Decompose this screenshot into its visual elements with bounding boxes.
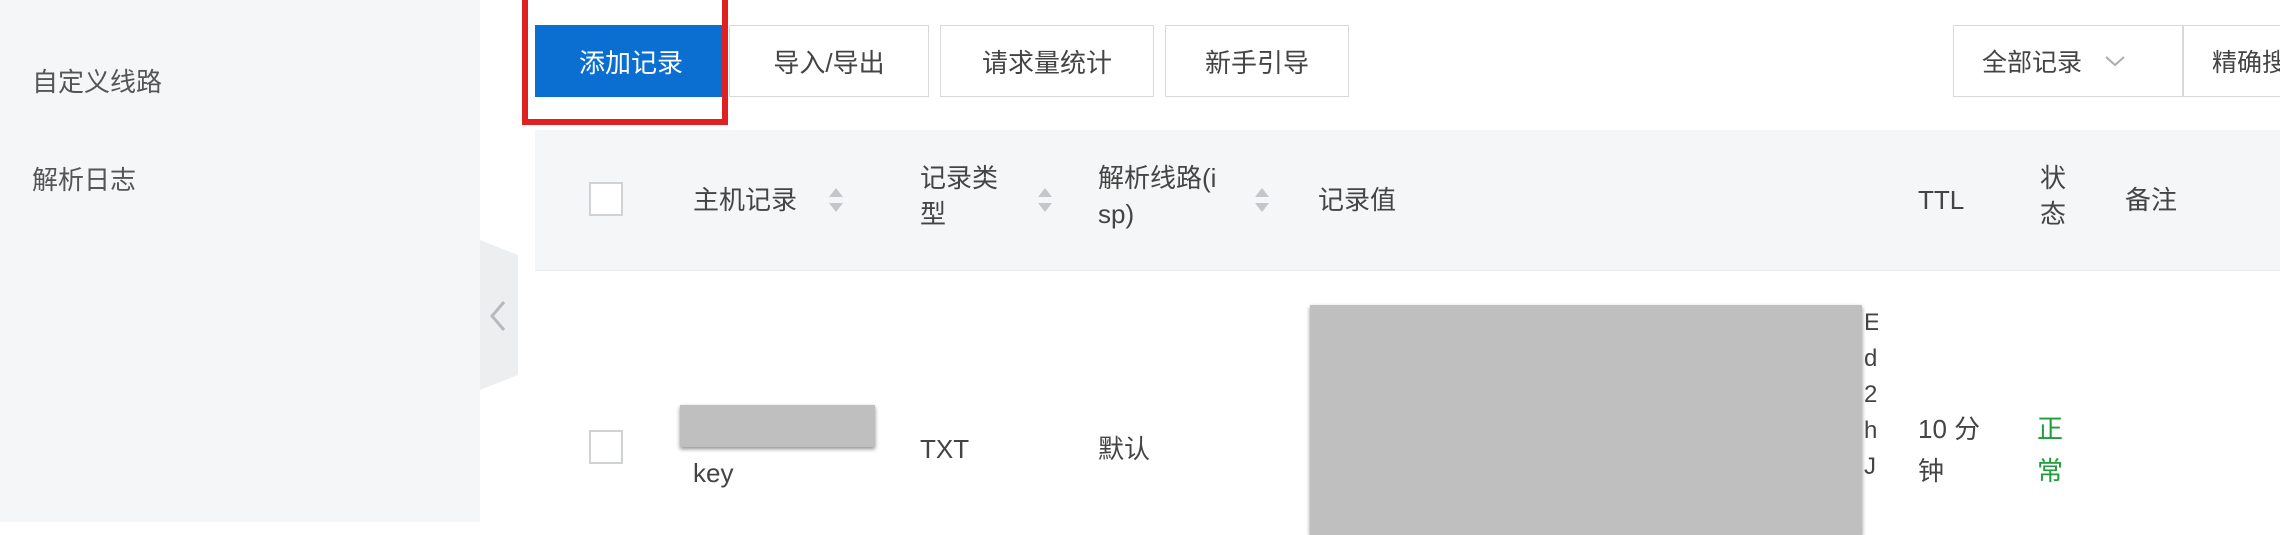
- column-header-line-line2: sp): [1098, 199, 1135, 229]
- column-header-status-line2: 态: [2040, 199, 2067, 229]
- record-filter-select[interactable]: 全部记录: [1953, 25, 2183, 97]
- search-mode-select[interactable]: 精确搜: [2183, 25, 2280, 97]
- record-value-tail: E d 2 h J: [1864, 305, 1878, 485]
- select-all-checkbox[interactable]: [589, 182, 623, 216]
- column-header-status-line1: 状: [2040, 163, 2067, 193]
- sidebar-item-custom-line[interactable]: 自定义线路: [32, 62, 162, 99]
- column-header-ttl: TTL: [1918, 185, 1965, 215]
- record-type: TXT: [920, 434, 970, 464]
- sort-icon[interactable]: [828, 186, 844, 216]
- request-stats-button[interactable]: 请求量统计: [940, 25, 1154, 97]
- column-header-remark: 备注: [2125, 185, 2178, 215]
- status-line2: 常: [2037, 456, 2064, 486]
- column-header-line[interactable]: 解析线路(i sp): [1098, 160, 1216, 232]
- record-value-char: 2: [1864, 381, 1878, 408]
- status-badge: 正 常: [2037, 408, 2063, 492]
- column-header-type[interactable]: 记录类 型: [920, 160, 998, 232]
- column-header-type-line2: 型: [920, 199, 947, 229]
- ttl-value-line2: 钟: [1918, 456, 1945, 486]
- column-header-type-line1: 记录类: [920, 163, 999, 193]
- sort-icon[interactable]: [1037, 186, 1053, 216]
- search-mode-value: 精确搜: [2212, 49, 2280, 77]
- record-value-char: h: [1864, 417, 1878, 444]
- redacted-host: [680, 405, 875, 447]
- sidebar: 自定义线路 解析日志: [0, 0, 480, 522]
- record-filter-value: 全部记录: [1982, 49, 2083, 77]
- highlight-box: [522, 0, 728, 125]
- sidebar-collapse-handle[interactable]: [480, 240, 518, 390]
- table-header: 主机记录 记录类 型 解析线路(i sp) 记录值 TTL 状 态 备注: [535, 130, 2280, 270]
- ttl-value-line1: 10 分: [1918, 414, 1981, 444]
- sidebar-item-resolve-log[interactable]: 解析日志: [32, 160, 136, 197]
- sort-icon[interactable]: [1254, 186, 1270, 216]
- divider: [535, 270, 2280, 271]
- import-export-button[interactable]: 导入/导出: [729, 25, 929, 97]
- record-value-char: d: [1864, 345, 1878, 372]
- chevron-left-icon: [490, 301, 506, 331]
- column-header-status: 状 态: [2040, 160, 2066, 232]
- record-value-char: J: [1864, 453, 1876, 480]
- chevron-down-icon: [2105, 56, 2125, 67]
- ttl-value: 10 分 钟: [1918, 408, 1980, 492]
- row-checkbox[interactable]: [589, 430, 623, 464]
- status-line1: 正: [2037, 414, 2064, 444]
- column-header-host[interactable]: 主机记录: [693, 182, 797, 218]
- column-header-value: 记录值: [1318, 185, 1397, 215]
- resolve-line: 默认: [1098, 434, 1151, 464]
- host-record-suffix: key: [693, 458, 734, 488]
- record-value-char: E: [1864, 309, 1878, 336]
- redacted-record-value: [1310, 305, 1862, 535]
- column-header-line-line1: 解析线路(i: [1098, 163, 1217, 193]
- guide-button[interactable]: 新手引导: [1165, 25, 1349, 97]
